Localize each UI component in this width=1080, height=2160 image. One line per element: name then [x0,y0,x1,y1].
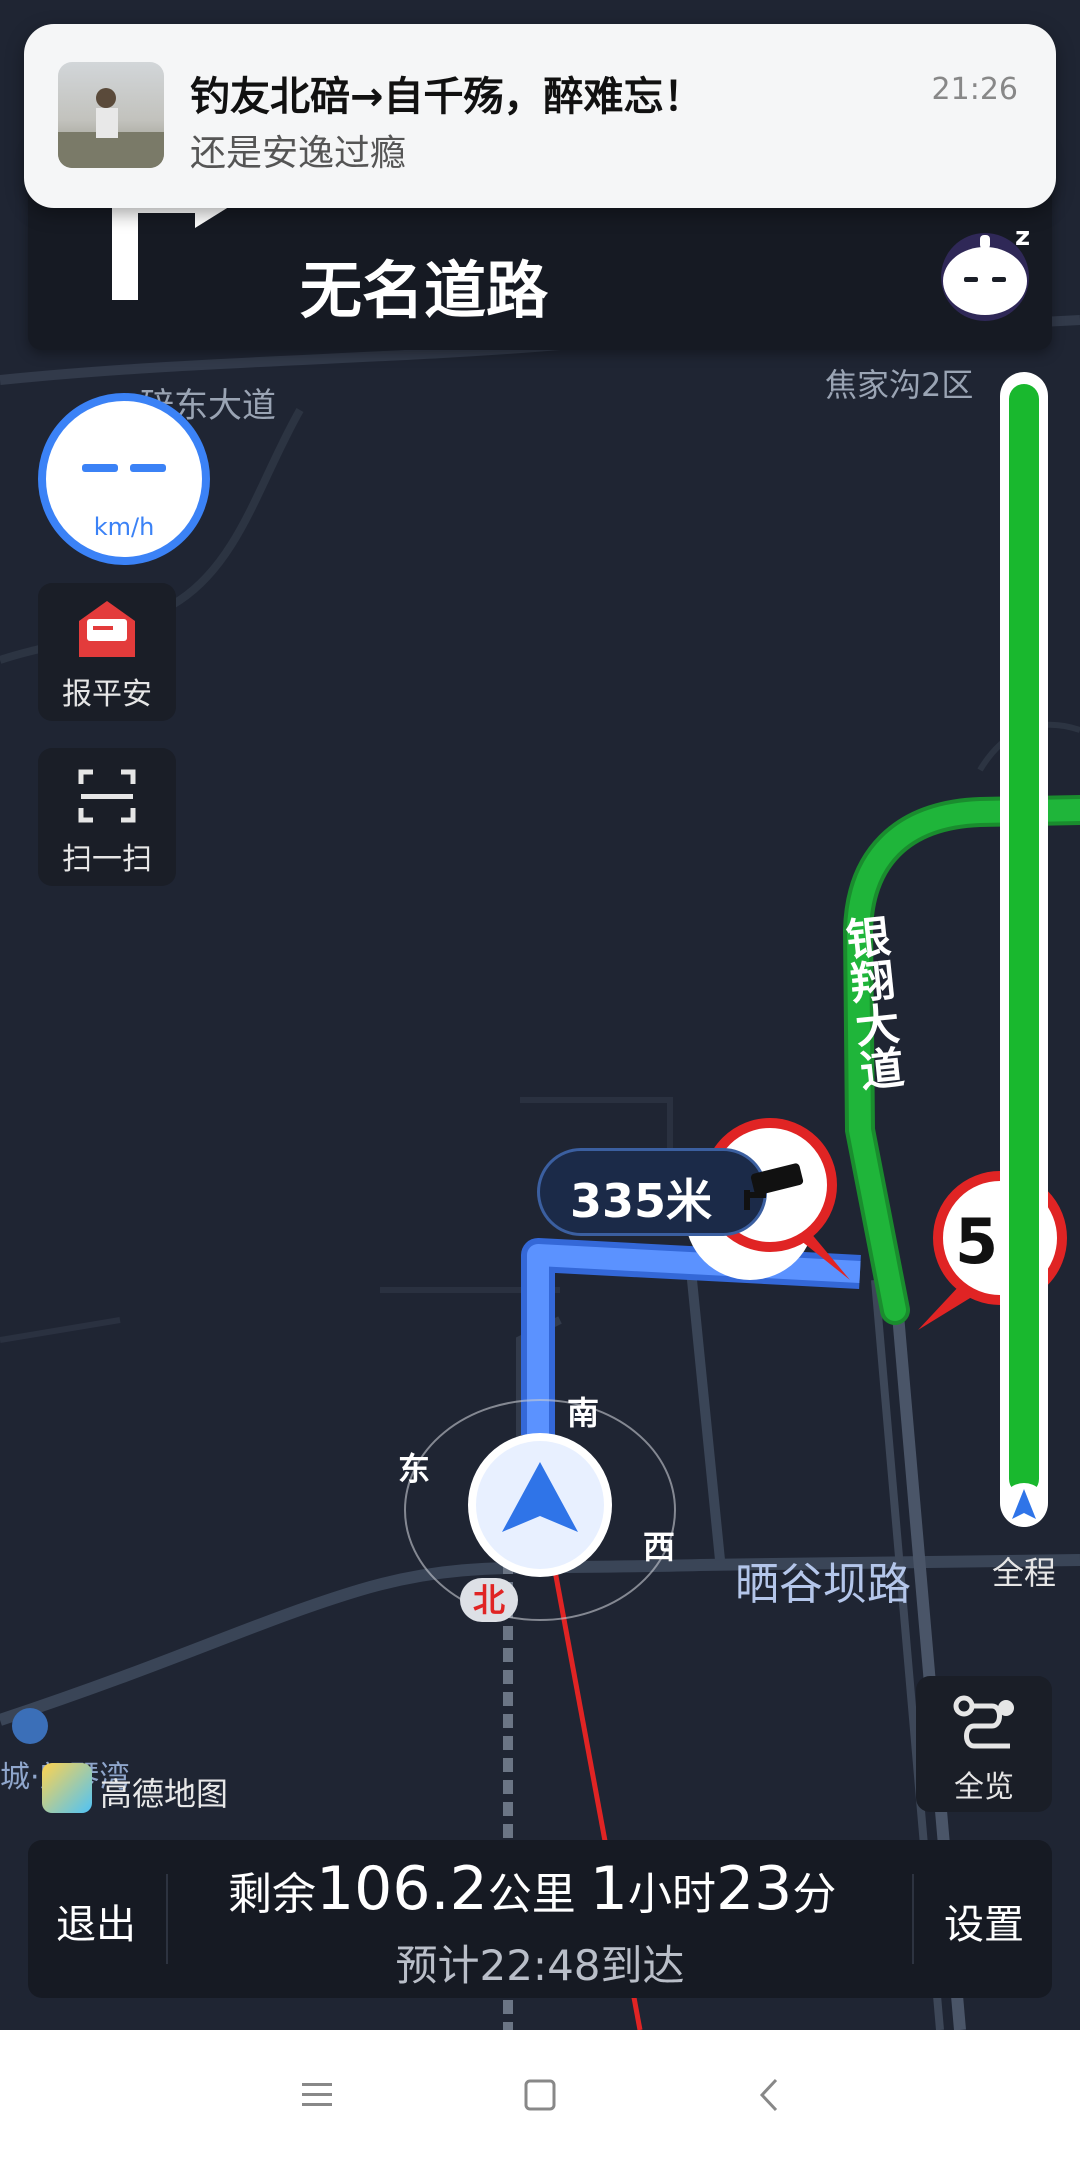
report-safety-label: 报平安 [62,677,152,712]
camera-icon [738,1162,822,1212]
hours-unit: 小时 [627,1869,716,1920]
minutes-unit: 分 [792,1869,837,1920]
remain-distance: 106.2 [316,1854,488,1924]
notification-banner[interactable]: 钓友北碚→自千殇，醉难忘！ 还是安逸过瘾 21:26 [24,24,1056,208]
assistant-sleep-icon: z [1015,222,1031,252]
remain-unit: 公里 [487,1869,576,1920]
compass-west: 西 [643,1528,676,1566]
home-icon[interactable] [523,2078,557,2112]
eta-line: 预计22:48到达 [28,1932,1052,1993]
overview-label: 全览 [954,1770,1014,1805]
notification-title: 钓友北碚→自千殇，醉难忘！ [190,74,704,120]
speed-limit-value: 5 [955,1205,999,1278]
back-icon[interactable] [752,2076,786,2114]
remain-hours: 1 [589,1854,628,1924]
compass-north: 北 [460,1578,518,1622]
envelope-icon [75,599,139,659]
camera-distance-pill: 335米 [537,1148,767,1236]
trip-info-bar: 退出 剩余106.2公里 1小时23分 预计22:48到达 设置 [28,1840,1052,1998]
eta-time: 22:48 [479,1941,601,1990]
compass-south: 南 [567,1394,600,1432]
system-navigation-bar [0,2030,1080,2160]
next-road-name: 无名道路 [300,254,549,327]
scan-label: 扫一扫 [62,842,152,877]
map-label-jiajiagou: 焦家沟2区 [825,366,974,404]
scan-icon [77,766,137,826]
route-overview-icon [950,1694,1018,1754]
speed-unit: km/h [93,513,155,541]
remain-prefix: 剩余 [228,1869,316,1920]
speed-dash [82,464,118,472]
menu-icon[interactable] [300,2078,334,2112]
full-route-label: 全程 [992,1554,1057,1592]
notification-time: 21:26 [931,72,1018,107]
eta-prefix: 预计 [395,1941,480,1990]
eta-suffix: 到达 [600,1941,685,1990]
route-progress-fill [1009,384,1039,1494]
progress-car-icon [1002,1483,1046,1527]
notification-avatar [58,62,164,168]
overview-button[interactable]: 全览 [916,1676,1052,1812]
notification-message: 还是安逸过瘾 [190,133,407,174]
speedometer: km/h [38,393,210,565]
speed-dash [130,464,166,472]
camera-distance: 335米 [570,1174,713,1228]
report-safety-button[interactable]: 报平安 [38,583,176,721]
scan-button[interactable]: 扫一扫 [38,748,176,886]
divider [912,1874,914,1964]
amap-logo-icon [42,1763,92,1813]
remain-minutes: 23 [715,1854,793,1924]
amap-brand-name: 高德地图 [100,1775,229,1813]
compass-east: 东 [398,1450,431,1488]
settings-button[interactable]: 设置 [944,1892,1024,1950]
map-label-shaiguba: 晒谷坝路 [735,1559,911,1610]
remaining-summary: 剩余106.2公里 1小时23分 [228,1854,888,1924]
route-progress-bar [1000,372,1048,1527]
